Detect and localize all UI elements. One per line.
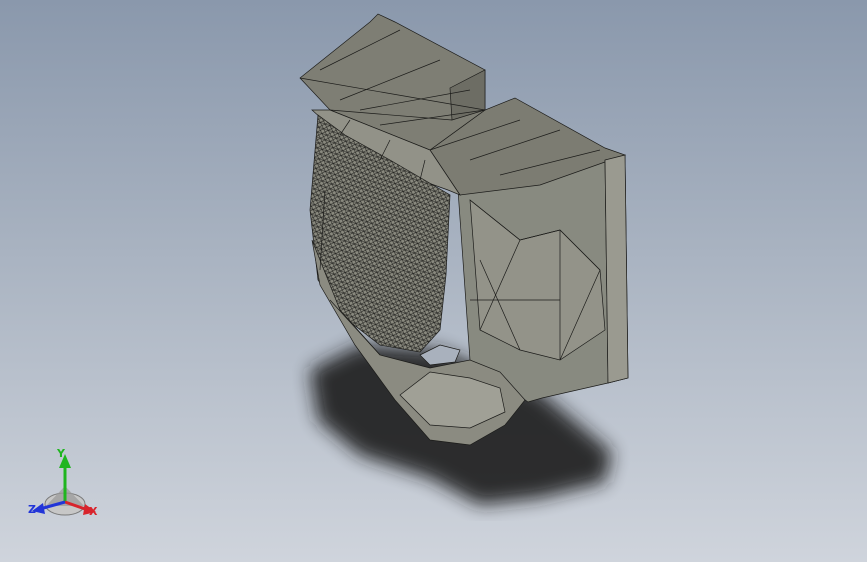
z-axis-label: Z [28,503,36,516]
model-view[interactable] [0,0,867,562]
x-axis-label: X [89,505,98,518]
y-axis-label: Y [57,447,65,460]
graphics-viewport[interactable]: Y Z X [0,0,867,562]
